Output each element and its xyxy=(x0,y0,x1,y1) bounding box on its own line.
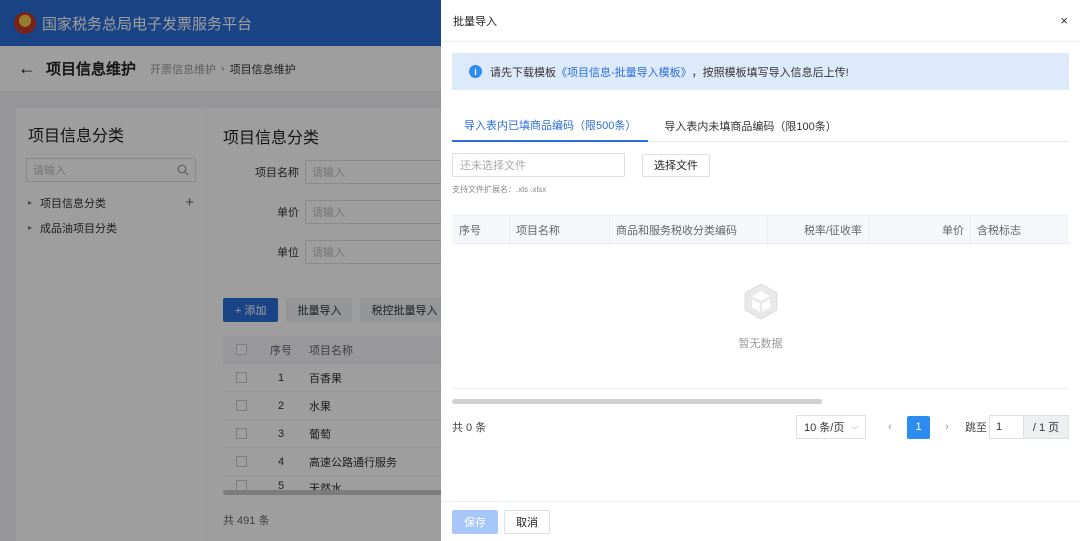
column-header-seq: 序号 xyxy=(452,216,510,243)
tab-without-code[interactable]: 导入表内未填商品编码（限100条） xyxy=(652,110,848,142)
save-button[interactable]: 保存 xyxy=(452,509,498,534)
chevron-down-icon: ⌵ xyxy=(851,422,858,431)
file-picker: 还未选择文件 选择文件 xyxy=(452,153,710,177)
file-name-input[interactable]: 还未选择文件 xyxy=(452,153,625,177)
next-page-icon[interactable]: › xyxy=(937,421,957,433)
file-extension-hint: 支持文件扩展名：.xls .xlsx xyxy=(452,185,547,194)
tab-with-code[interactable]: 导入表内已填商品编码（限500条） xyxy=(452,110,649,142)
column-header-tax-code: 商品和服务税收分类编码 xyxy=(610,216,768,243)
page-number-current[interactable]: 1 xyxy=(907,415,930,439)
download-template-link[interactable]: 《项目信息-批量导入模板》 xyxy=(556,64,692,80)
import-tabs: 导入表内已填商品编码（限500条） 导入表内未填商品编码（限100条） xyxy=(452,110,1069,142)
drawer-footer: 保存 取消 xyxy=(441,501,1080,541)
info-icon: i xyxy=(469,65,482,78)
notice-prefix: 请先下载模板 xyxy=(490,66,556,79)
notice-suffix: ，按照模板填写导入信息后上传! xyxy=(691,66,849,79)
drawer-title: 批量导入 xyxy=(453,15,497,28)
batch-import-drawer: 批量导入 × i 请先下载模板 《项目信息-批量导入模板》 ，按照模板填写导入信… xyxy=(441,0,1080,541)
empty-box-icon xyxy=(744,283,777,320)
page-size-select[interactable]: 10 条/页 ⌵ xyxy=(796,415,866,439)
prev-page-icon[interactable]: ‹ xyxy=(880,421,900,433)
template-notice: i 请先下载模板 《项目信息-批量导入模板》 ，按照模板填写导入信息后上传! xyxy=(452,53,1069,90)
cancel-button[interactable]: 取消 xyxy=(504,509,550,534)
column-header-tax-flag: 含税标志 xyxy=(977,224,1021,237)
empty-state: 暂无数据 xyxy=(452,244,1069,389)
table-horizontal-scrollbar[interactable] xyxy=(452,399,822,404)
page-total: / 1 页 xyxy=(1024,415,1069,439)
jump-label: 跳至 xyxy=(965,422,987,434)
page-size-value: 10 条/页 xyxy=(804,422,845,434)
drawer-header: 批量导入 × xyxy=(441,0,1080,42)
choose-file-button[interactable]: 选择文件 xyxy=(642,153,710,177)
close-icon[interactable]: × xyxy=(1060,13,1068,28)
pagination: 共 0 条 10 条/页 ⌵ ‹ 1 › 跳至 1 / 1 页 xyxy=(452,415,1069,439)
column-header-tax-rate: 税率/征收率 xyxy=(768,216,869,243)
jump-page-input[interactable]: 1 xyxy=(989,415,1024,439)
column-header-name: 项目名称 xyxy=(510,216,610,243)
pagination-total: 共 0 条 xyxy=(452,422,487,434)
table-header-row: 序号 项目名称 商品和服务税收分类编码 税率/征收率 单价 含税标志 xyxy=(452,215,1069,244)
import-preview-table: 序号 项目名称 商品和服务税收分类编码 税率/征收率 单价 含税标志 暂无数据 xyxy=(452,215,1069,389)
empty-text: 暂无数据 xyxy=(738,338,783,350)
column-header-unit-price: 单价 xyxy=(869,216,971,243)
